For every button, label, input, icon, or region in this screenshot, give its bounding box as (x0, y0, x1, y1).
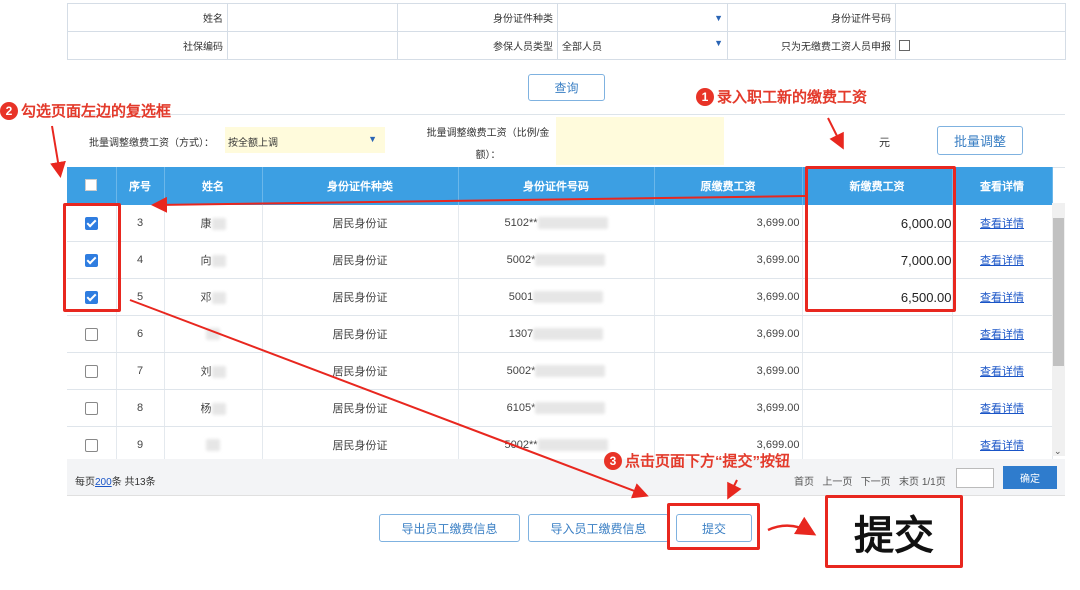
arrow-wage-to-checkbox (151, 195, 806, 213)
arrow-step3 (727, 479, 742, 500)
arrow-to-callout (767, 516, 817, 536)
arrow-step1 (827, 117, 844, 150)
arrow-checkbox-to-submit (129, 299, 649, 499)
annotation-arrows (50, 117, 844, 536)
arrow-step2 (50, 125, 66, 178)
